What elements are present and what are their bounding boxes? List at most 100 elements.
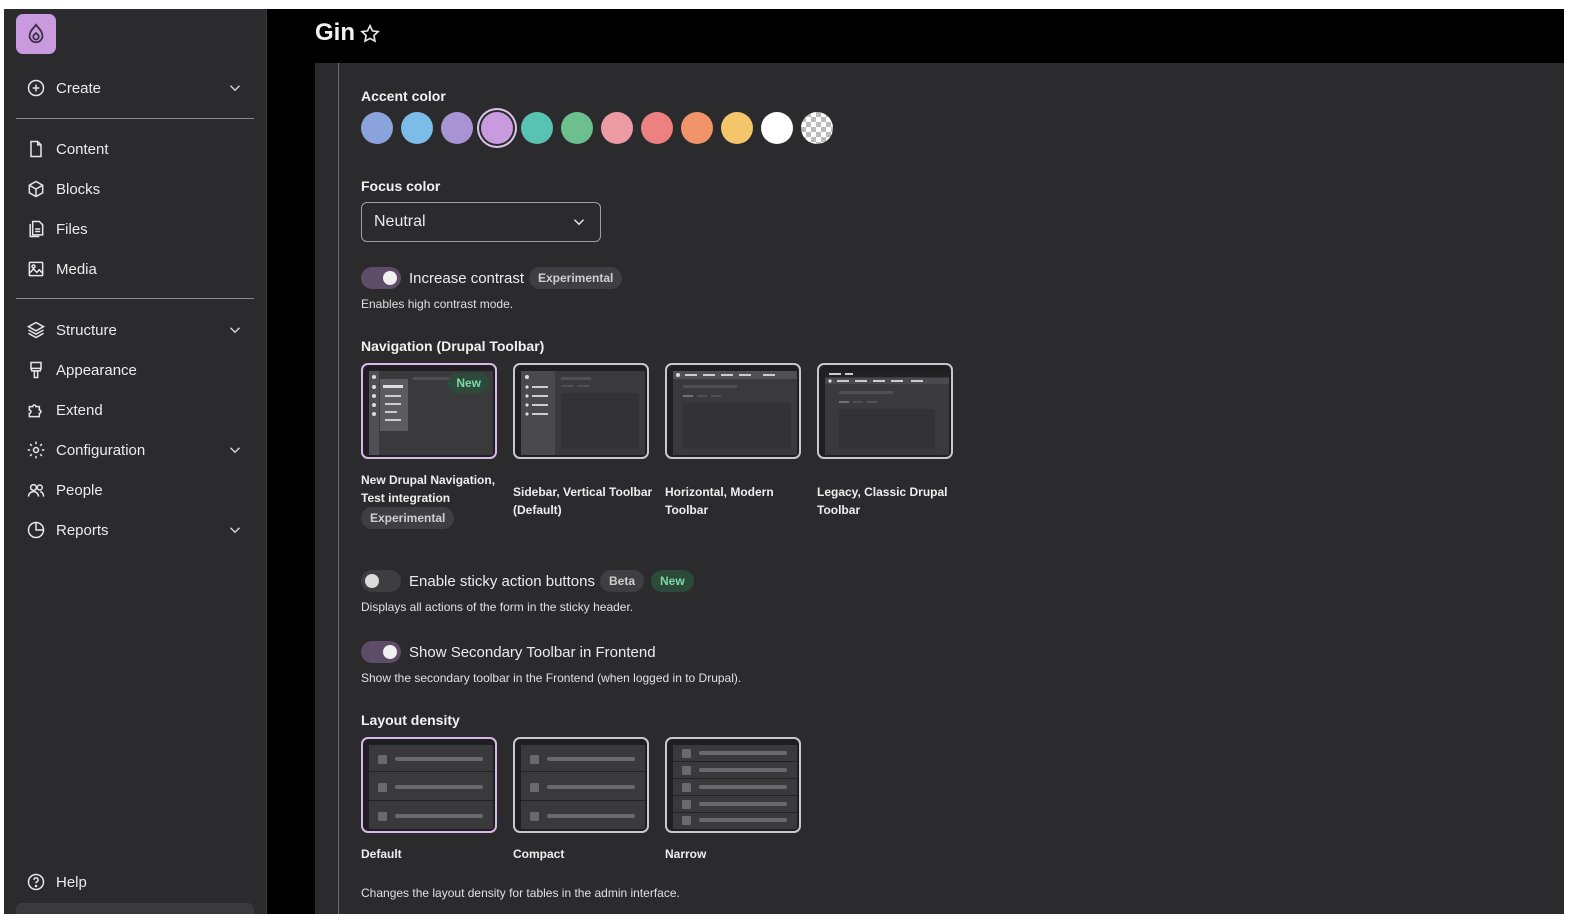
image-icon [25,258,47,280]
accent-swatch[interactable] [561,112,593,144]
chevron-down-icon[interactable] [226,521,244,539]
sidebar-divider [16,118,254,119]
focus-color-select[interactable]: Neutral [361,202,601,242]
layout-density-label: Layout density [361,712,460,728]
sidebar-item-label: Help [56,873,87,891]
nav-option-label: Horizontal, Modern Toolbar [665,485,774,517]
increase-contrast-toggle[interactable] [361,267,401,289]
navigation-label: Navigation (Drupal Toolbar) [361,338,545,354]
layers-icon [25,319,47,341]
sidebar-item-files[interactable]: Files [16,211,252,247]
pie-chart-icon [25,519,47,541]
chevron-down-icon [573,219,585,226]
accent-swatch[interactable] [681,112,713,144]
nav-preview-legacy-icon [825,371,949,455]
experimental-badge: Experimental [529,267,623,289]
sidebar-item-label: Media [56,260,97,278]
sidebar-item-appearance[interactable]: Appearance [16,352,252,388]
sticky-actions-label: Enable sticky action buttons [409,573,595,590]
nav-option-label: New Drupal Navigation, Test integration [361,473,496,505]
accent-swatch[interactable] [641,112,673,144]
sidebar-item-label: Appearance [56,361,137,379]
page-title: Gin [315,19,355,46]
app-window: Create Content Blocks Files Media Struct… [4,9,1564,914]
nav-option-new-drupal[interactable]: New [361,363,497,459]
star-icon[interactable] [359,23,381,45]
sidebar-item-help[interactable]: Help [16,864,252,900]
chevron-down-icon[interactable] [226,321,244,339]
sidebar-item-create[interactable]: Create [16,70,252,106]
secondary-toolbar-toggle[interactable] [361,641,401,663]
accent-swatch[interactable] [481,112,513,144]
new-badge: New [448,373,489,393]
accent-swatch[interactable] [401,112,433,144]
sidebar-item-label: Content [56,140,109,158]
sidebar-item-blocks[interactable]: Blocks [16,171,252,207]
sidebar-item-structure[interactable]: Structure [16,312,252,348]
sidebar-item-content[interactable]: Content [16,131,252,167]
accent-swatch[interactable] [521,112,553,144]
sidebar-item-people[interactable]: People [16,472,252,508]
secondary-toolbar-description: Show the secondary toolbar in the Fronte… [361,671,742,685]
paint-brush-icon [25,359,47,381]
density-option-default[interactable] [361,737,497,833]
focus-color-value: Neutral [374,213,426,230]
density-option-label: Compact [513,847,565,861]
experimental-badge: Experimental [361,507,455,529]
new-badge: New [651,570,694,592]
drupal-logo-icon[interactable] [16,14,56,54]
chevron-down-icon[interactable] [226,441,244,459]
cube-icon [25,178,47,200]
sticky-actions-description: Displays all actions of the form in the … [361,600,634,614]
nav-preview-horizontal-icon [673,371,797,455]
sidebar-item-label: Configuration [56,441,146,459]
density-option-narrow[interactable] [665,737,801,833]
puzzle-icon [25,399,47,421]
people-icon [25,479,47,501]
accent-swatch[interactable] [761,112,793,144]
layout-density-description: Changes the layout density for tables in… [361,886,680,900]
accent-color-label: Accent color [361,88,446,104]
sidebar-item-label: Blocks [56,180,101,198]
sidebar-item-label: Create [56,79,102,97]
sidebar-item-label: Structure [56,321,117,339]
density-narrow-icon [673,745,797,829]
nav-option-label: Sidebar, Vertical Toolbar (Default) [513,485,653,517]
plus-circle-icon [25,77,47,99]
accent-swatch[interactable] [441,112,473,144]
gear-icon [25,439,47,461]
sidebar-divider [16,298,254,299]
sidebar-item-label: Extend [56,401,103,419]
sidebar-item-media[interactable]: Media [16,251,252,287]
sidebar-item-label: People [56,481,103,499]
sidebar-item-reports[interactable]: Reports [16,512,252,548]
increase-contrast-description: Enables high contrast mode. [361,297,514,311]
density-option-label: Default [361,847,402,861]
density-option-label: Narrow [665,847,707,861]
chevron-down-icon[interactable] [226,79,244,97]
accent-swatch-custom[interactable] [801,112,833,144]
accent-swatch[interactable] [721,112,753,144]
sidebar-item-configuration[interactable]: Configuration [16,432,252,468]
files-icon [25,218,47,240]
nav-option-legacy[interactable] [817,363,953,459]
secondary-toolbar-label: Show Secondary Toolbar in Frontend [409,644,656,661]
nav-option-horizontal[interactable] [665,363,801,459]
sidebar-footer [16,903,254,914]
increase-contrast-label: Increase contrast [409,270,525,287]
page-header: Gin [267,9,1564,63]
nav-option-sidebar-vertical[interactable] [513,363,649,459]
sticky-actions-toggle[interactable] [361,570,401,592]
document-icon [25,138,47,160]
sidebar-item-extend[interactable]: Extend [16,392,252,428]
focus-color-label: Focus color [361,178,441,194]
nav-preview-vertical-icon [521,371,645,455]
help-icon [25,871,47,893]
sidebar-item-label: Files [56,220,88,238]
beta-badge: Beta [600,570,645,592]
density-default-icon [369,745,493,829]
accent-swatch[interactable] [361,112,393,144]
density-option-compact[interactable] [513,737,649,833]
nav-option-label: Legacy, Classic Drupal Toolbar [817,485,948,517]
accent-swatch[interactable] [601,112,633,144]
